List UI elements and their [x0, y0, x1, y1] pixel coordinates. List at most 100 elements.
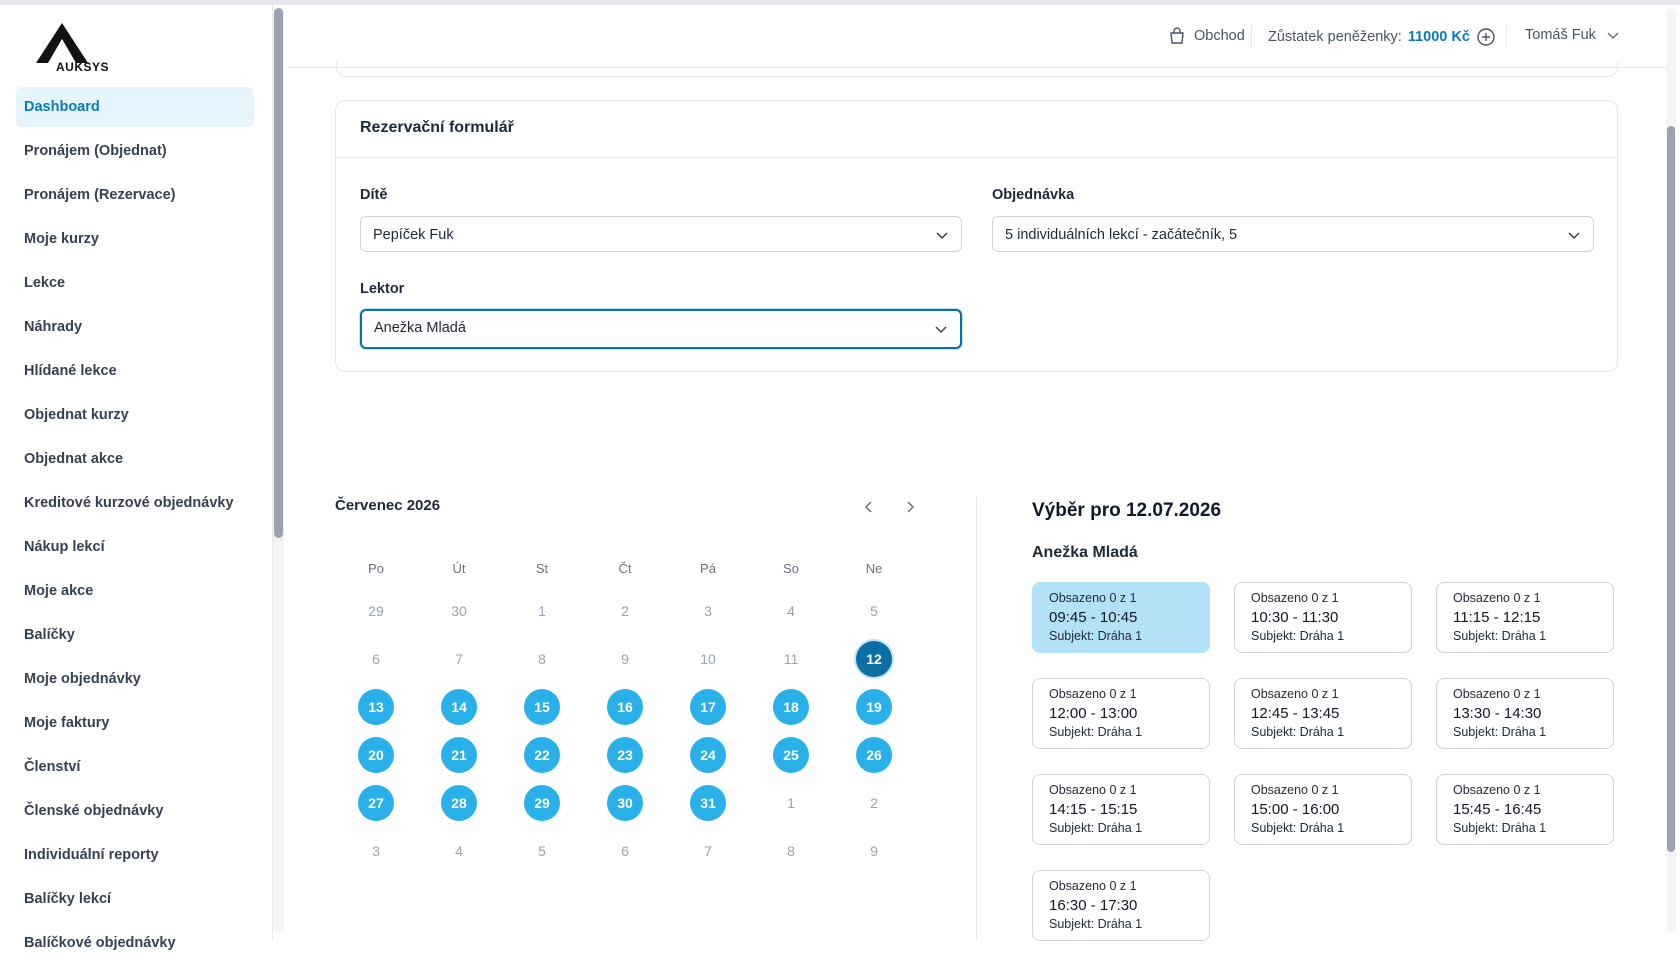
slot-occupancy: Obsazeno 0 z 1: [1049, 879, 1137, 893]
sidebar-item[interactable]: Kreditové kurzové objednávky: [16, 483, 254, 523]
sidebar-item[interactable]: Členské objednávky: [16, 791, 254, 831]
sidebar-item[interactable]: Balíčky: [16, 615, 254, 655]
time-slot-card[interactable]: Obsazeno 0 z 1 16:30 - 17:30 Subjekt: Dráh…: [1032, 870, 1210, 941]
calendar-day[interactable]: 15: [524, 689, 560, 725]
order-select[interactable]: 5 individuálních lekcí - začátečník, 5: [992, 216, 1594, 252]
sidebar-item[interactable]: Nákup lekcí: [16, 527, 254, 567]
time-slot-card[interactable]: Obsazeno 0 z 1 15:45 - 16:45 Subjekt: Dráh…: [1436, 774, 1614, 845]
calendar-day[interactable]: 20: [358, 737, 394, 773]
time-slot-card[interactable]: Obsazeno 0 z 1 12:45 - 13:45 Subjekt: Dráh…: [1234, 678, 1412, 749]
calendar-day[interactable]: 8: [524, 641, 560, 677]
calendar-day[interactable]: 25: [773, 737, 809, 773]
calendar-day[interactable]: 11: [773, 641, 809, 677]
shop-link[interactable]: Obchod: [1168, 27, 1245, 45]
sidebar-item[interactable]: Objednat kurzy: [16, 395, 254, 435]
calendar-day[interactable]: 6: [607, 833, 643, 869]
calendar-day[interactable]: 29: [358, 593, 394, 629]
calendar-day[interactable]: 23: [607, 737, 643, 773]
slot-occupancy: Obsazeno 0 z 1: [1049, 591, 1137, 605]
calendar-day[interactable]: 17: [690, 689, 726, 725]
calendar-day[interactable]: 3: [358, 833, 394, 869]
child-label: Dítě: [360, 187, 388, 203]
calendar-day[interactable]: 28: [441, 785, 477, 821]
slot-time: 13:30 - 14:30: [1453, 705, 1542, 722]
calendar-day[interactable]: 1: [773, 785, 809, 821]
child-select[interactable]: Pepíček Fuk: [360, 216, 962, 252]
sidebar-item[interactable]: Lekce: [16, 263, 254, 303]
calendar-day[interactable]: 4: [441, 833, 477, 869]
sidebar-item[interactable]: Objednat akce: [16, 439, 254, 479]
top-header: Obchod Zůstatek peněženky: 11000 Kč Tomá…: [288, 5, 1670, 68]
add-funds-icon[interactable]: [1476, 27, 1496, 47]
sidebar-item[interactable]: Individuální reporty: [16, 835, 254, 875]
calendar-day[interactable]: 19: [856, 689, 892, 725]
sidebar-item[interactable]: Dashboard: [16, 87, 254, 127]
calendar-day-selected[interactable]: 12: [856, 641, 892, 677]
sidebar-item[interactable]: Náhrady: [16, 307, 254, 347]
slot-time: 09:45 - 10:45: [1049, 609, 1138, 626]
calendar-day[interactable]: 10: [690, 641, 726, 677]
calendar-day[interactable]: 6: [358, 641, 394, 677]
sidebar-item[interactable]: Pronájem (Objednat): [16, 131, 254, 171]
calendar-day[interactable]: 30: [607, 785, 643, 821]
sidebar-item[interactable]: Moje akce: [16, 571, 254, 611]
calendar-day[interactable]: 29: [524, 785, 560, 821]
slot-subject: Subjekt: Dráha 1: [1049, 917, 1143, 931]
calendar-day[interactable]: 8: [773, 833, 809, 869]
lector-select[interactable]: Anežka Mladá: [360, 309, 962, 349]
sidebar-item[interactable]: Balíčkové objednávky: [16, 923, 254, 963]
weekday-label: Čt: [618, 561, 632, 576]
order-label: Objednávka: [992, 187, 1075, 203]
sidebar-item[interactable]: Hlídané lekce: [16, 351, 254, 391]
time-slot-card[interactable]: Obsazeno 0 z 1 12:00 - 13:00 Subjekt: Dráh…: [1032, 678, 1210, 749]
calendar-day[interactable]: 14: [441, 689, 477, 725]
header-separator: [1251, 25, 1252, 49]
sidebar-item[interactable]: Moje faktury: [16, 703, 254, 743]
sidebar-item[interactable]: Moje objednávky: [16, 659, 254, 699]
calendar-day[interactable]: 21: [441, 737, 477, 773]
chevron-left-icon: [864, 501, 872, 513]
sidebar-item[interactable]: Členství: [16, 747, 254, 787]
calendar-day[interactable]: 5: [856, 593, 892, 629]
calendar-day[interactable]: 16: [607, 689, 643, 725]
main-scrollbar[interactable]: [1667, 126, 1675, 852]
sidebar-item[interactable]: Pronájem (Rezervace): [16, 175, 254, 215]
slot-time: 10:30 - 11:30: [1251, 609, 1339, 626]
calendar-day[interactable]: 9: [607, 641, 643, 677]
calendar-day[interactable]: 4: [773, 593, 809, 629]
calendar-day[interactable]: 2: [607, 593, 643, 629]
calendar-day[interactable]: 2: [856, 785, 892, 821]
calendar-day[interactable]: 26: [856, 737, 892, 773]
time-slot-card[interactable]: Obsazeno 0 z 1 09:45 - 10:45 Subjekt: Dráh…: [1032, 582, 1210, 653]
time-slot-card[interactable]: Obsazeno 0 z 1 15:00 - 16:00 Subjekt: Dráh…: [1234, 774, 1412, 845]
user-menu[interactable]: Tomáš Fuk: [1525, 27, 1620, 43]
slot-occupancy: Obsazeno 0 z 1: [1251, 783, 1339, 797]
calendar-day[interactable]: 31: [690, 785, 726, 821]
calendar-day[interactable]: 27: [358, 785, 394, 821]
calendar-day[interactable]: 5: [524, 833, 560, 869]
calendar-day[interactable]: 7: [690, 833, 726, 869]
sidebar-item[interactable]: Moje kurzy: [16, 219, 254, 259]
calendar-day[interactable]: 18: [773, 689, 809, 725]
shopping-bag-icon: [1170, 27, 1184, 44]
calendar-day[interactable]: 1: [524, 593, 560, 629]
time-slot-card[interactable]: Obsazeno 0 z 1 13:30 - 14:30 Subjekt: Dráh…: [1436, 678, 1614, 749]
calendar-day[interactable]: 24: [690, 737, 726, 773]
sidebar-scrollbar[interactable]: [274, 8, 283, 538]
time-slot-card[interactable]: Obsazeno 0 z 1 14:15 - 15:15 Subjekt: Dráh…: [1032, 774, 1210, 845]
order-select-value: 5 individuálních lekcí - začátečník, 5: [1005, 227, 1238, 243]
calendar-prev-button[interactable]: [857, 495, 881, 519]
chevron-down-icon: [1568, 232, 1580, 240]
calendar-day[interactable]: 7: [441, 641, 477, 677]
app-logo[interactable]: AUKSYS: [36, 23, 116, 74]
calendar-next-button[interactable]: [898, 495, 922, 519]
time-slot-card[interactable]: Obsazeno 0 z 1 10:30 - 11:30 Subjekt: Dráh…: [1234, 582, 1412, 653]
calendar-day[interactable]: 30: [441, 593, 477, 629]
chevron-down-icon: [935, 326, 947, 334]
calendar-day[interactable]: 13: [358, 689, 394, 725]
calendar-day[interactable]: 3: [690, 593, 726, 629]
time-slot-card[interactable]: Obsazeno 0 z 1 11:15 - 12:15 Subjekt: Dráh…: [1436, 582, 1614, 653]
sidebar-item[interactable]: Balíčky lekcí: [16, 879, 254, 919]
calendar-day[interactable]: 22: [524, 737, 560, 773]
calendar-day[interactable]: 9: [856, 833, 892, 869]
